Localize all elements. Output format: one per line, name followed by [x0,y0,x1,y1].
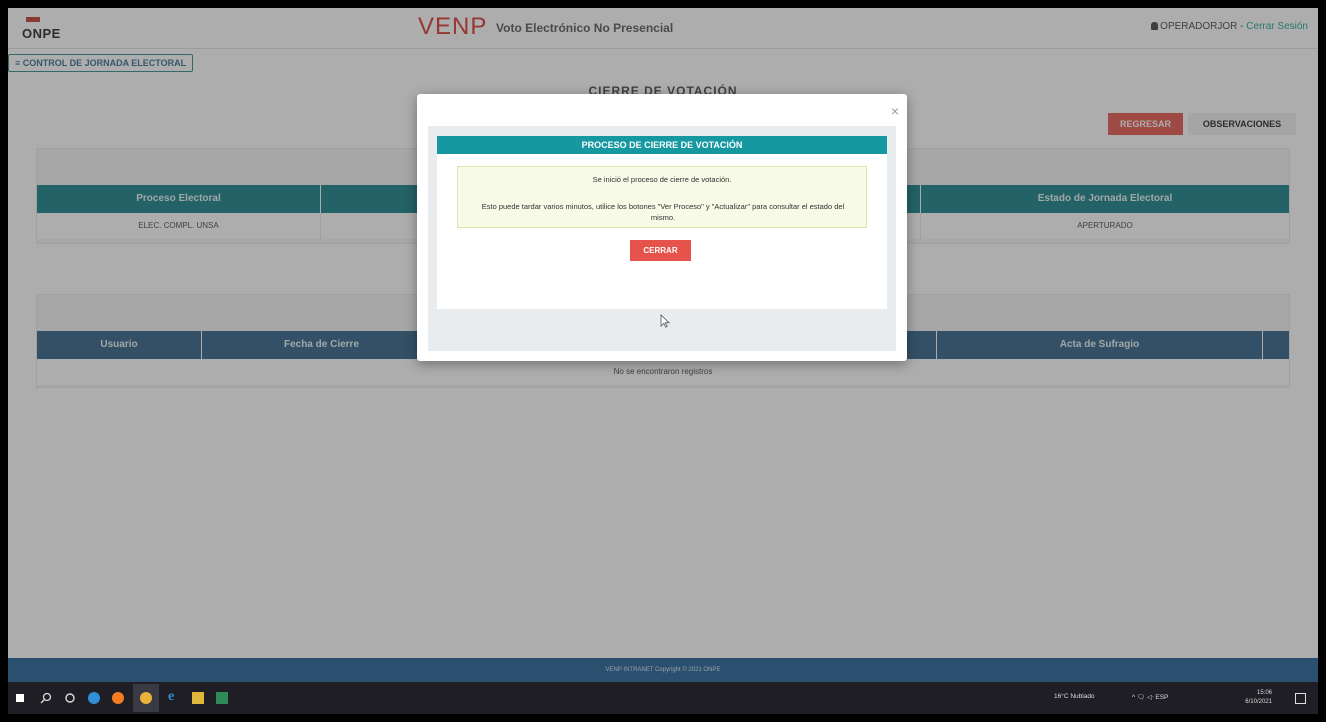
close-icon[interactable]: × [891,104,899,118]
chrome-icon [140,692,152,704]
edge-icon[interactable] [88,692,100,704]
internet-explorer-icon[interactable]: e [168,689,180,704]
clock[interactable]: 15:06 6/10/2021 [1226,689,1272,707]
firefox-icon[interactable] [112,692,124,704]
alert-message-line2: Esto puede tardar varios minutos, utilic… [481,202,845,222]
excel-icon[interactable] [216,692,228,704]
system-tray[interactable]: ^ 🗨 ◁ᐧ ESP [1132,693,1168,701]
mouse-cursor-icon [660,314,670,328]
info-alert: Se inició el proceso de cierre de votaci… [457,166,867,228]
chrome-active-tab[interactable] [133,684,159,712]
alert-message-line1: Se inició el proceso de cierre de votaci… [592,175,732,184]
clock-time: 15:06 [1256,690,1272,696]
windows-taskbar: e 16°C Nublado ^ 🗨 ◁ᐧ ESP 15:06 6/10/202… [8,682,1318,714]
search-icon[interactable] [40,692,52,704]
notifications-icon[interactable] [1295,693,1306,704]
windows-start-icon[interactable] [16,694,24,702]
weather-widget[interactable]: 16°C Nublado [1054,693,1095,700]
clock-date: 6/10/2021 [1245,699,1272,705]
modal-panel: Se inició el proceso de cierre de votaci… [437,154,887,309]
task-view-icon[interactable] [64,692,76,704]
close-button[interactable]: CERRAR [630,240,691,261]
modal-title: PROCESO DE CIERRE DE VOTACIÓN [437,136,887,154]
screen: ONPE VENP Voto Electrónico No Presencial… [8,8,1318,714]
file-explorer-icon[interactable] [192,692,204,704]
